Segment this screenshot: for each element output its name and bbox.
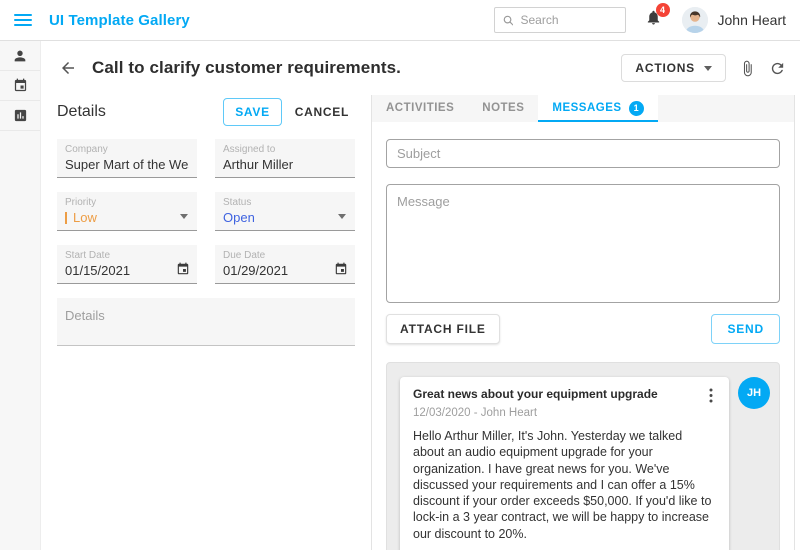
message-author-avatar: JH	[738, 377, 770, 409]
page-title: Call to clarify customer requirements.	[92, 58, 401, 78]
notifications-button[interactable]: 4	[645, 9, 662, 31]
tab-panel: ACTIVITIES NOTES MESSAGES 1 ATTACH FILE …	[371, 95, 795, 550]
due-date-field[interactable]: Due Date	[215, 245, 355, 284]
messages-count-badge: 1	[629, 101, 644, 116]
refresh-icon	[769, 60, 786, 77]
sidebar-item-calendar[interactable]	[0, 71, 40, 101]
app-header: UI Template Gallery 4 John Heart	[0, 0, 800, 41]
message-meta: 12/03/2020 - John Heart	[413, 407, 716, 419]
details-heading: Details	[57, 103, 106, 121]
sidebar	[0, 41, 41, 550]
priority-marker	[65, 212, 67, 224]
start-date-label: Start Date	[65, 249, 189, 262]
kebab-menu-icon	[709, 388, 713, 403]
details-notes-field[interactable]	[57, 298, 355, 346]
chevron-down-icon	[704, 66, 712, 71]
attach-file-icon-button[interactable]	[739, 60, 756, 77]
arrow-left-icon	[59, 59, 77, 77]
status-select[interactable]: Status Open	[215, 192, 355, 231]
due-date-label: Due Date	[223, 249, 347, 262]
priority-value: Low	[65, 209, 189, 227]
calendar-picker-icon[interactable]	[176, 262, 190, 276]
refresh-icon-button[interactable]	[769, 60, 786, 77]
priority-select[interactable]: Priority Low	[57, 192, 197, 231]
search-input[interactable]	[520, 13, 616, 27]
details-notes-textarea[interactable]	[57, 298, 355, 345]
main-content: Call to clarify customer requirements. A…	[41, 41, 800, 550]
bar-chart-icon	[13, 108, 28, 123]
paperclip-icon	[739, 60, 756, 77]
send-button[interactable]: SEND	[711, 314, 780, 344]
app-title: UI Template Gallery	[49, 12, 190, 29]
details-panel: Details SAVE CANCEL Company Assigned to	[57, 95, 355, 550]
title-actions: ACTIONS	[621, 54, 786, 82]
person-icon	[12, 48, 28, 64]
subject-input[interactable]	[386, 139, 780, 168]
content-row: Details SAVE CANCEL Company Assigned to	[41, 95, 800, 550]
tab-notes[interactable]: NOTES	[468, 95, 538, 122]
status-label: Status	[223, 196, 347, 209]
back-button[interactable]	[59, 59, 77, 77]
calendar-icon	[13, 78, 28, 93]
actions-button[interactable]: ACTIONS	[621, 54, 726, 82]
cancel-button[interactable]: CANCEL	[289, 99, 355, 125]
title-row: Call to clarify customer requirements. A…	[41, 41, 800, 95]
user-name[interactable]: John Heart	[718, 12, 786, 28]
tab-messages-label: MESSAGES	[552, 95, 621, 122]
priority-label: Priority	[65, 196, 189, 209]
company-input[interactable]	[65, 156, 189, 174]
message-textarea[interactable]	[386, 184, 780, 303]
user-avatar[interactable]	[682, 7, 708, 33]
assigned-to-input[interactable]	[223, 156, 347, 174]
assigned-to-field[interactable]: Assigned to	[215, 139, 355, 178]
company-label: Company	[65, 143, 189, 156]
search-box[interactable]	[494, 7, 626, 33]
notification-badge: 4	[656, 3, 670, 17]
chevron-down-icon	[180, 214, 188, 219]
tab-strip: ACTIVITIES NOTES MESSAGES 1	[372, 95, 794, 122]
calendar-picker-icon[interactable]	[334, 262, 348, 276]
save-button[interactable]: SAVE	[223, 98, 282, 126]
assigned-to-label: Assigned to	[223, 143, 347, 156]
message-menu-button[interactable]	[706, 387, 716, 404]
message-body: Hello Arthur Miller, It's John. Yesterda…	[413, 428, 716, 542]
message-title: Great news about your equipment upgrade	[413, 387, 658, 401]
start-date-field[interactable]: Start Date	[57, 245, 197, 284]
user-photo	[682, 7, 708, 33]
messages-tab-content: ATTACH FILE SEND Great news about your e…	[372, 122, 794, 550]
status-value: Open	[223, 209, 347, 227]
company-field[interactable]: Company	[57, 139, 197, 178]
header-right: 4 John Heart	[494, 7, 786, 33]
menu-icon[interactable]	[14, 14, 32, 26]
attach-file-button[interactable]: ATTACH FILE	[386, 314, 500, 344]
sidebar-item-analytics[interactable]	[0, 101, 40, 131]
tab-messages[interactable]: MESSAGES 1	[538, 95, 657, 122]
actions-button-label: ACTIONS	[635, 61, 695, 75]
sidebar-item-contacts[interactable]	[0, 41, 40, 71]
search-icon	[503, 14, 514, 27]
tab-activities[interactable]: ACTIVITIES	[372, 95, 468, 122]
chevron-down-icon	[338, 214, 346, 219]
details-form: Company Assigned to Priority Low	[57, 139, 355, 346]
start-date-input[interactable]	[65, 262, 189, 280]
message-card: Great news about your equipment upgrade …	[400, 377, 729, 550]
due-date-input[interactable]	[223, 262, 347, 280]
app-window: UI Template Gallery 4 John Heart	[0, 0, 800, 550]
messages-list: Great news about your equipment upgrade …	[386, 362, 780, 550]
message-buttons-row: ATTACH FILE SEND	[386, 314, 780, 344]
